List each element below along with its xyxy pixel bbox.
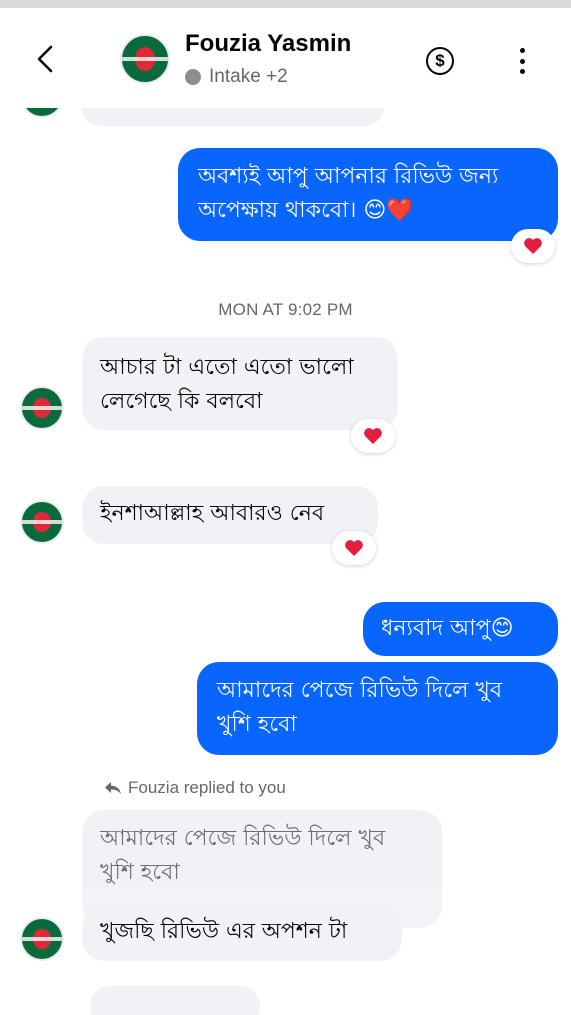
outgoing-message-bubble[interactable]: অবশ্যই আপু আপনার রিভিউ জন্য অপেক্ষায় থা…	[178, 148, 558, 241]
payment-button[interactable]: $	[426, 47, 454, 75]
more-dot-icon	[519, 69, 525, 74]
heart-icon	[345, 540, 363, 556]
contact-avatar-small[interactable]	[20, 917, 64, 961]
next-message-bubble[interactable]	[90, 986, 260, 1015]
outgoing-message-bubble[interactable]: ধন্যবাদ আপু😊	[363, 602, 558, 656]
outgoing-message-bubble[interactable]: আমাদের পেজে রিভিউ দিলে খুব খুশি হবো	[197, 662, 558, 755]
contact-avatar-small[interactable]	[20, 500, 64, 544]
status-dot-icon	[185, 69, 201, 85]
contact-avatar-small[interactable]	[20, 386, 64, 430]
reply-indicator: Fouzia replied to you	[104, 778, 286, 798]
back-button[interactable]	[28, 42, 62, 76]
heart-reaction[interactable]	[511, 229, 555, 263]
incoming-message-bubble[interactable]: খুজছি রিভিউ এর অপশন টা	[82, 905, 402, 961]
reply-label-text: Fouzia replied to you	[128, 778, 286, 797]
incoming-message-bubble[interactable]: ইনশাআল্লাহ আবারও নেব	[82, 486, 378, 544]
contact-status: Intake +2	[185, 66, 288, 88]
contact-subtitle: Intake +2	[209, 66, 288, 87]
contact-avatar[interactable]	[120, 34, 170, 84]
heart-icon	[524, 238, 542, 254]
message-list[interactable]: অবশ্যই আপু আপনার রিভিউ জন্য অপেক্ষায় থা…	[0, 74, 571, 1015]
incoming-message-bubble[interactable]: আচার টা এতো এতো ভালো লেগেছে কি বলবো	[82, 337, 398, 430]
heart-icon	[364, 428, 382, 444]
more-dot-icon	[519, 58, 525, 64]
back-arrow-icon	[37, 45, 53, 73]
heart-reaction[interactable]	[351, 419, 395, 453]
timestamp-divider: MON AT 9:02 PM	[218, 300, 353, 319]
heart-reaction[interactable]	[332, 531, 376, 565]
status-bar-strip	[0, 0, 571, 8]
reply-arrow-icon	[105, 782, 121, 794]
contact-name[interactable]: Fouzia Yasmin	[185, 30, 351, 58]
more-options-button[interactable]	[510, 48, 534, 74]
more-dot-icon	[519, 48, 525, 53]
dollar-icon: $	[435, 51, 445, 70]
chat-header: Fouzia Yasmin Intake +2 $	[0, 8, 571, 108]
